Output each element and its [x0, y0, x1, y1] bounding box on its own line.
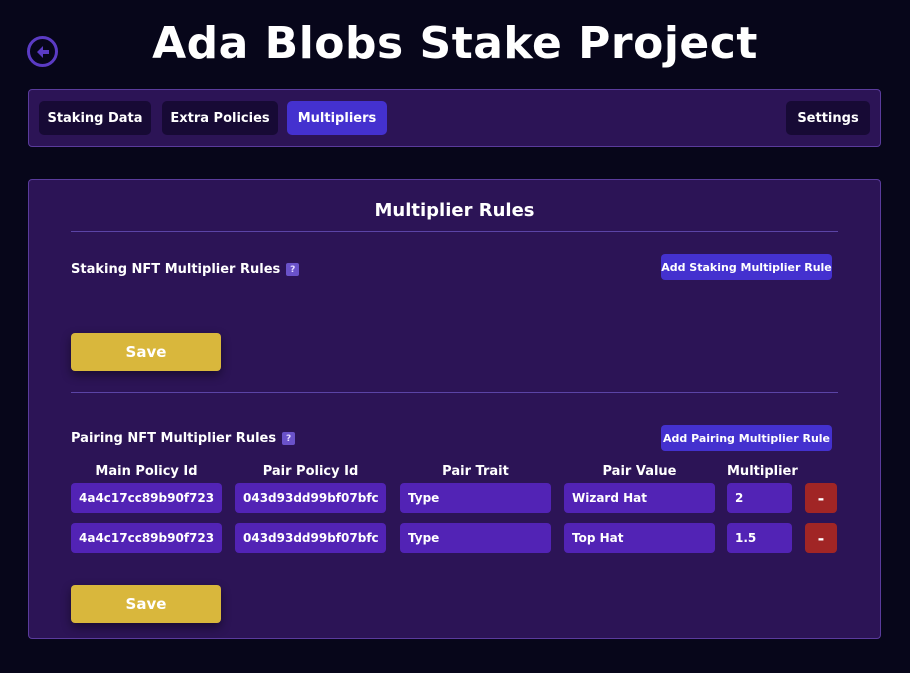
pair-value-input[interactable] [564, 483, 715, 513]
tab-multipliers[interactable]: Multipliers [287, 101, 387, 135]
staking-rules-label: Staking NFT Multiplier Rules [71, 262, 281, 277]
help-icon[interactable]: ? [286, 263, 300, 276]
multiplier-rules-panel: Multiplier Rules Staking NFT Multiplier … [28, 179, 881, 639]
column-header-pair-policy: Pair Policy Id [262, 464, 359, 479]
column-header-pair-trait: Pair Trait [442, 464, 509, 479]
save-pairing-button[interactable]: Save [71, 585, 221, 623]
app-title: Ada Blobs Stake Project [152, 18, 758, 69]
pair-policy-input[interactable] [235, 523, 386, 553]
column-header-main-policy: Main Policy Id [95, 464, 198, 479]
nav-bar: Staking Data Extra Policies Multipliers … [28, 89, 881, 147]
panel-title: Multiplier Rules [374, 200, 535, 221]
multiplier-input[interactable] [727, 523, 792, 553]
remove-rule-button[interactable]: - [805, 483, 837, 513]
staking-rules-heading: Staking NFT Multiplier Rules ? [71, 262, 300, 277]
multiplier-input[interactable] [727, 483, 792, 513]
main-policy-input[interactable] [71, 523, 222, 553]
save-staking-button[interactable]: Save [71, 333, 221, 371]
pair-policy-input[interactable] [235, 483, 386, 513]
divider [71, 231, 838, 232]
add-pairing-rule-button[interactable]: Add Pairing Multiplier Rule [661, 425, 832, 451]
tab-staking-data[interactable]: Staking Data [39, 101, 151, 135]
help-icon[interactable]: ? [282, 432, 296, 445]
tab-extra-policies[interactable]: Extra Policies [162, 101, 278, 135]
add-staking-rule-button[interactable]: Add Staking Multiplier Rule [661, 254, 832, 280]
pairing-rules-label: Pairing NFT Multiplier Rules [71, 431, 277, 446]
settings-button[interactable]: Settings [786, 101, 870, 135]
divider [71, 392, 838, 393]
pair-trait-input[interactable] [400, 523, 551, 553]
remove-rule-button[interactable]: - [805, 523, 837, 553]
pair-trait-input[interactable] [400, 483, 551, 513]
column-header-pair-value: Pair Value [602, 464, 677, 479]
pair-value-input[interactable] [564, 523, 715, 553]
main-policy-input[interactable] [71, 483, 222, 513]
pairing-rules-heading: Pairing NFT Multiplier Rules ? [71, 431, 296, 446]
column-header-multiplier: Multiplier [727, 464, 798, 479]
